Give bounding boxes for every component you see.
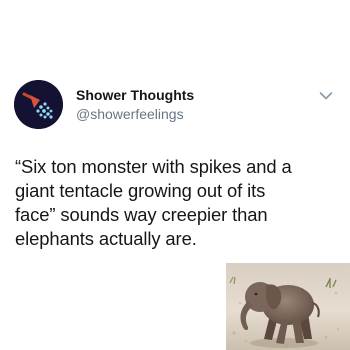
tweet-text-line: elephants actually are. bbox=[15, 228, 197, 249]
chevron-down-icon[interactable] bbox=[319, 91, 333, 101]
tweet-card: Shower Thoughts @showerfeelings “Six ton… bbox=[0, 0, 350, 350]
tweet-text: “Six ton monster with spikes and a giant… bbox=[15, 155, 350, 251]
tweet-text-line: giant tentacle growing out of its bbox=[15, 180, 266, 201]
tweet-photo[interactable] bbox=[226, 263, 350, 350]
avatar[interactable] bbox=[14, 80, 63, 129]
tweet-text-line: “Six ton monster with spikes and a bbox=[15, 156, 292, 177]
baby-elephant-photo bbox=[226, 263, 350, 350]
display-name[interactable]: Shower Thoughts bbox=[76, 87, 194, 103]
showerhead-icon bbox=[14, 80, 63, 129]
user-handle[interactable]: @showerfeelings bbox=[76, 106, 184, 122]
tweet-text-line: face” sounds way creepier than bbox=[15, 204, 268, 225]
